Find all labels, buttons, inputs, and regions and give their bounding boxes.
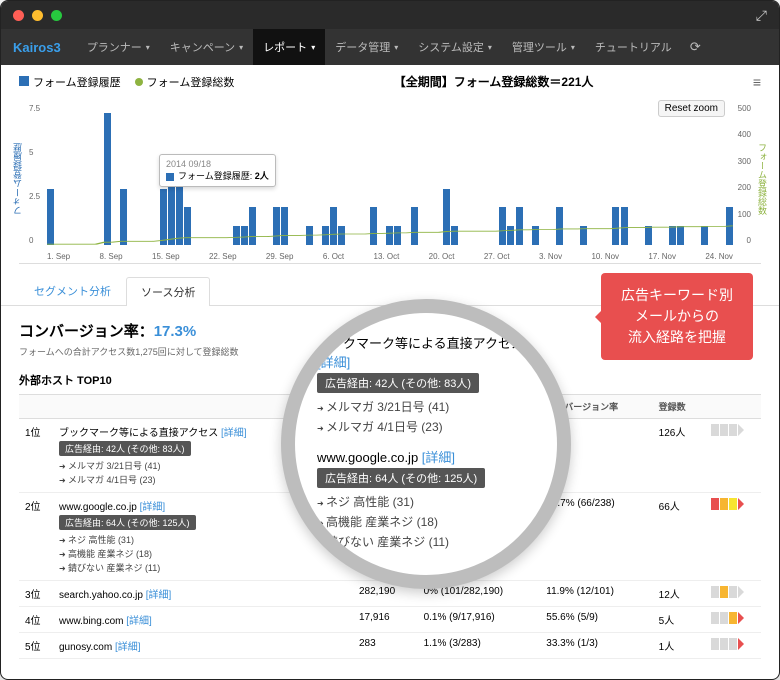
y-axis-left-ticks: 7.552.50	[29, 104, 40, 245]
chart[interactable]: フォーム登録履歴 フォーム登録総数 7.552.50 5004003002001…	[19, 94, 761, 264]
expand-icon[interactable]: ⤢	[756, 7, 767, 24]
traffic-lights	[13, 10, 62, 21]
detail-link[interactable]: [詳細]	[221, 428, 247, 439]
mag-pill-1: 広告経由: 42人 (その他: 83人)	[317, 373, 479, 393]
close-icon[interactable]	[13, 10, 24, 21]
heat-indicator	[711, 424, 744, 436]
legend-bar-icon	[19, 76, 29, 86]
maximize-icon[interactable]	[51, 10, 62, 21]
tooltip-date: 2014 09/18	[166, 159, 269, 169]
tooltip-value: 2人	[255, 171, 269, 181]
tooltip-series: フォーム登録履歴:	[178, 171, 252, 181]
nav-item[interactable]: チュートリアル	[585, 29, 682, 65]
heat-indicator	[711, 498, 744, 510]
titlebar: ⤢	[1, 1, 779, 29]
legend-line-icon	[135, 78, 143, 86]
nav-item[interactable]: 管理ツール▾	[502, 29, 585, 65]
tooltip-series-icon	[166, 173, 174, 181]
minimize-icon[interactable]	[32, 10, 43, 21]
brand-logo[interactable]: Kairos3	[13, 40, 61, 55]
y-axis-right-label: フォーム登録総数	[756, 143, 769, 215]
nav-item[interactable]: レポート▾	[253, 29, 325, 65]
col-registrations: 登録数	[653, 395, 705, 419]
legend-bar-label: フォーム登録履歴	[33, 77, 121, 89]
mag-host-2: www.google.co.jp [詳細]	[317, 447, 535, 466]
nav-item[interactable]: システム設定▾	[408, 29, 502, 65]
nav-item[interactable]: キャンペーン▾	[160, 29, 253, 65]
tab-source[interactable]: ソース分析	[126, 277, 210, 306]
mag-host-1: ブックマーク等による直接アクセス [詳細]	[317, 333, 535, 371]
detail-link[interactable]: [詳細]	[115, 642, 141, 653]
annotation-callout: 広告キーワード別 メールからの 流入経路を把握	[601, 273, 753, 360]
table-row: 4位www.bing.com [詳細]17,9160.1% (9/17,916)…	[19, 607, 761, 633]
chart-title: 【全期間】フォーム登録総数＝221人	[394, 73, 594, 90]
table-row: 5位gunosy.com [詳細]2831.1% (3/283)33.3% (1…	[19, 633, 761, 659]
app-window: ⤢ Kairos3 プランナー▾キャンペーン▾レポート▾データ管理▾システム設定…	[0, 0, 780, 680]
detail-link[interactable]: [詳細]	[317, 355, 350, 370]
chart-tooltip: 2014 09/18 フォーム登録履歴: 2人	[159, 154, 276, 187]
nav-item[interactable]: データ管理▾	[325, 29, 408, 65]
reload-icon[interactable]: ⟳	[690, 39, 701, 55]
x-axis-ticks: 1. Sep8. Sep15. Sep22. Sep29. Sep6. Oct1…	[47, 252, 733, 261]
detail-link[interactable]: [詳細]	[146, 590, 172, 601]
tab-segment[interactable]: セグメント分析	[19, 276, 126, 305]
heat-indicator	[711, 638, 744, 650]
y-axis-left-label: フォーム登録履歴	[11, 143, 24, 215]
chart-menu-icon[interactable]: ≡	[753, 74, 761, 90]
detail-link[interactable]: [詳細]	[126, 616, 152, 627]
chart-area: フォーム登録履歴 フォーム登録総数 【全期間】フォーム登録総数＝221人 ≡ フ…	[1, 65, 779, 268]
nav-item[interactable]: プランナー▾	[77, 29, 160, 65]
detail-link[interactable]: [詳細]	[422, 450, 455, 465]
legend-line-label: フォーム登録総数	[147, 77, 235, 89]
chart-legend: フォーム登録履歴 フォーム登録総数	[19, 74, 234, 90]
y-axis-right-ticks: 5004003002001000	[738, 104, 751, 245]
magnifier-overlay: ブックマーク等による直接アクセス [詳細] 広告経由: 42人 (その他: 83…	[281, 299, 571, 589]
chart-plot	[47, 104, 733, 245]
heat-indicator	[711, 586, 744, 598]
main-nav: Kairos3 プランナー▾キャンペーン▾レポート▾データ管理▾システム設定▾管…	[1, 29, 779, 65]
heat-indicator	[711, 612, 744, 624]
detail-link[interactable]: [詳細]	[140, 502, 166, 513]
mag-pill-2: 広告経由: 64人 (その他: 125人)	[317, 468, 485, 488]
